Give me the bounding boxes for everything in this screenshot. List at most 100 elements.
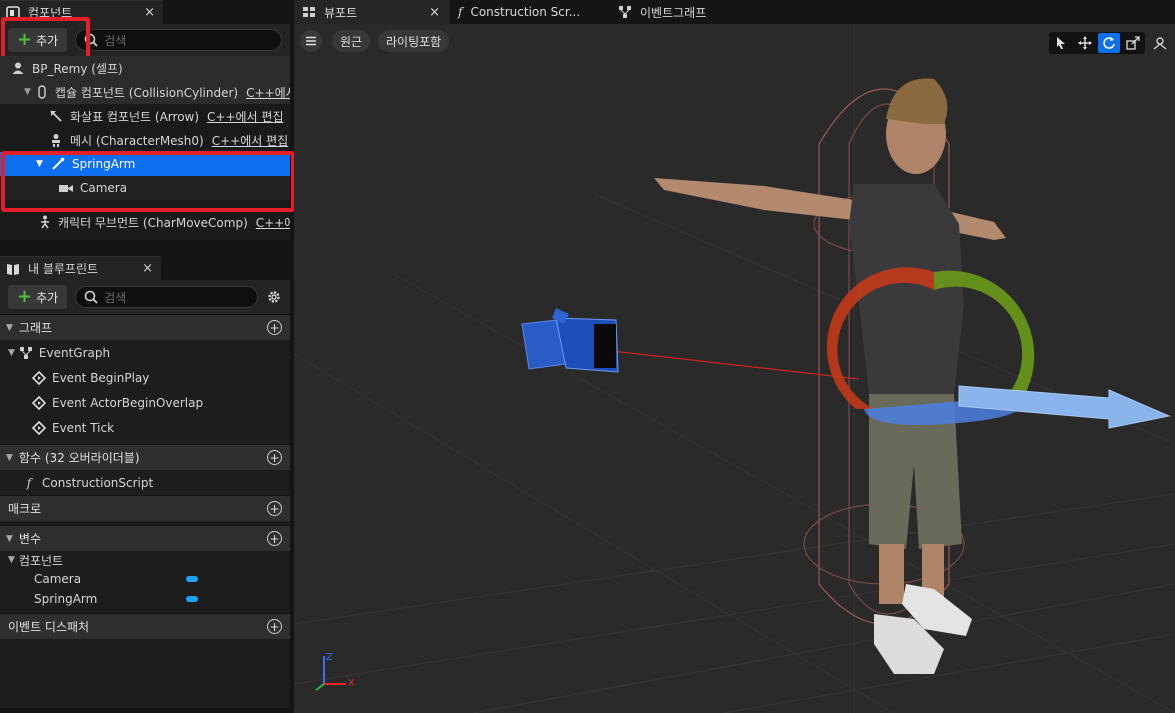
close-icon[interactable]: × [429, 5, 440, 20]
capsule-icon [35, 84, 49, 100]
components-tab[interactable]: 컴포넌트 × [0, 0, 163, 24]
tree-item-label: BP_Remy (셀프) [32, 61, 123, 76]
collapse-arrow-icon[interactable]: ▼ [36, 159, 46, 169]
variable-springarm[interactable]: SpringArm [0, 589, 290, 609]
components-search-input[interactable]: 검색 [75, 29, 282, 51]
tab-construction-script[interactable]: f Construction Scr... [450, 0, 610, 24]
group-label: 컴포넌트 [18, 553, 64, 568]
translate-tool[interactable] [1074, 33, 1096, 53]
components-icon [6, 5, 20, 20]
tree-item-label: 메시 (CharacterMesh0) [70, 133, 204, 148]
book-icon [6, 262, 20, 276]
rotate-icon [1103, 37, 1115, 49]
blueprint-search-input[interactable]: 검색 [75, 286, 258, 308]
construction-script-item[interactable]: f ConstructionScript [0, 470, 290, 495]
collapse-arrow-icon[interactable]: ▼ [8, 555, 15, 565]
search-placeholder: 검색 [104, 290, 127, 305]
add-dispatcher-icon[interactable]: + [267, 619, 282, 634]
variable-camera[interactable]: Camera [0, 569, 290, 589]
section-label: 그래프 [18, 321, 53, 335]
tree-item-arrow[interactable]: 화살표 컴포넌트 (Arrow) C++에서 편집 [0, 104, 290, 128]
tree-item-mesh[interactable]: 메시 (CharacterMesh0) C++에서 편집 [0, 128, 290, 152]
tree-item-label: Camera [80, 181, 128, 195]
component-tree: BP_Remy (셀프) ▼ 캡슐 컴포넌트 (CollisionCylinde… [0, 56, 290, 240]
blueprint-tree: ▼ 그래프 + ▼ EventGraph Event BeginPlay Eve… [0, 314, 290, 708]
tree-item-bp-remy[interactable]: BP_Remy (셀프) [0, 56, 290, 80]
scale-tool[interactable] [1122, 33, 1144, 53]
item-label: Event BeginPlay [52, 370, 150, 385]
components-variable-group[interactable]: ▼ 컴포넌트 [0, 551, 290, 569]
section-macros[interactable]: 매크로 + [0, 495, 290, 521]
rotate-tool[interactable] [1098, 33, 1120, 53]
cursor-icon [1057, 37, 1065, 49]
tree-item-camera[interactable]: Camera [0, 176, 290, 200]
tree-item-capsule[interactable]: ▼ 캡슐 컴포넌트 (CollisionCylinder) C++에서 편집 [0, 80, 290, 104]
add-variable-icon[interactable]: + [267, 531, 282, 546]
tree-item-springarm[interactable]: ▼ SpringArm [0, 152, 290, 176]
event-item[interactable]: Event ActorBeginOverlap [0, 390, 290, 415]
add-graph-icon[interactable]: + [267, 320, 282, 335]
variable-label: Camera [34, 572, 82, 586]
event-item[interactable]: Event Tick [0, 415, 290, 440]
function-icon: f [458, 5, 463, 19]
viewport-canvas[interactable]: Z X 원근 라이팅포함 [294, 24, 1175, 713]
section-event-dispatchers[interactable]: 이벤트 디스패처 + [0, 613, 290, 639]
viewport-scene [294, 24, 1175, 713]
tab-label: 뷰포트 [324, 5, 358, 20]
spring-arm-icon [50, 156, 66, 172]
arrow-icon [48, 108, 64, 124]
section-functions[interactable]: ▼ 함수 (32 오버라이더블) + [0, 444, 290, 470]
close-icon[interactable]: × [142, 261, 153, 276]
section-label: 이벤트 디스패처 [8, 620, 90, 634]
tab-event-graph[interactable]: 이벤트그래프 [610, 0, 716, 24]
edit-in-cpp-link[interactable]: C++에서 편집 [207, 108, 283, 125]
components-tab-strip: 컴포넌트 × [0, 0, 290, 24]
lighting-mode-button[interactable]: 라이팅포함 [378, 30, 450, 52]
edit-in-cpp-link[interactable]: C++에서 편집 [212, 132, 288, 149]
section-variables[interactable]: ▼ 변수 + [0, 525, 290, 551]
settings-gear-icon[interactable] [266, 289, 282, 305]
add-component-button[interactable]: + 추가 [8, 28, 68, 52]
event-diamond-icon [32, 370, 46, 385]
perspective-button[interactable]: 원근 [332, 30, 371, 52]
item-label: Event Tick [52, 420, 115, 435]
character-movement-icon [38, 214, 52, 230]
close-icon[interactable]: × [144, 5, 155, 20]
surface-snapping-button[interactable] [1149, 32, 1171, 54]
edit-in-cpp-link[interactable]: C++에서 편집 [256, 214, 290, 231]
components-tab-label: 컴포넌트 [28, 6, 73, 20]
collapse-arrow-icon[interactable]: ▼ [6, 453, 13, 463]
add-macro-icon[interactable]: + [267, 501, 282, 516]
variable-label: SpringArm [34, 592, 98, 606]
plus-icon: + [17, 29, 33, 50]
event-item[interactable]: Event BeginPlay [0, 365, 290, 390]
add-blueprint-item-button[interactable]: + 추가 [8, 285, 68, 309]
event-diamond-icon [32, 420, 46, 435]
event-graph-item[interactable]: ▼ EventGraph [0, 340, 290, 365]
viewport-icon [302, 6, 316, 18]
blueprint-tab-strip: 내 블루프린트 × [0, 256, 290, 280]
my-blueprint-tab[interactable]: 내 블루프린트 × [0, 256, 161, 280]
snapping-icon [1153, 37, 1167, 50]
collapse-arrow-icon[interactable]: ▼ [6, 534, 13, 544]
collapse-arrow-icon[interactable]: ▼ [6, 323, 13, 333]
transform-tools [1049, 32, 1145, 54]
tree-item-char-movement[interactable]: 캐릭터 무브먼트 (CharMoveComp) C++에서 편집 [0, 210, 290, 234]
item-label: ConstructionScript [42, 475, 154, 490]
graph-icon [618, 5, 632, 19]
viewport-menu-button[interactable] [300, 30, 322, 52]
axis-x-label: X [348, 678, 355, 689]
collapse-arrow-icon[interactable]: ▼ [8, 348, 15, 358]
edit-in-cpp-link[interactable]: C++에서 편집 [246, 84, 290, 101]
search-icon [84, 290, 98, 304]
camera-icon [58, 180, 74, 196]
select-tool[interactable] [1050, 33, 1072, 53]
add-component-label: 추가 [36, 33, 59, 48]
blueprint-toolbar: + 추가 검색 [0, 280, 290, 314]
collapse-arrow-icon[interactable]: ▼ [24, 87, 31, 97]
section-label: 매크로 [8, 502, 42, 516]
tab-viewport[interactable]: 뷰포트 × [294, 0, 450, 24]
plus-icon: + [17, 286, 33, 307]
add-function-icon[interactable]: + [267, 450, 282, 465]
section-graph[interactable]: ▼ 그래프 + [0, 314, 290, 340]
